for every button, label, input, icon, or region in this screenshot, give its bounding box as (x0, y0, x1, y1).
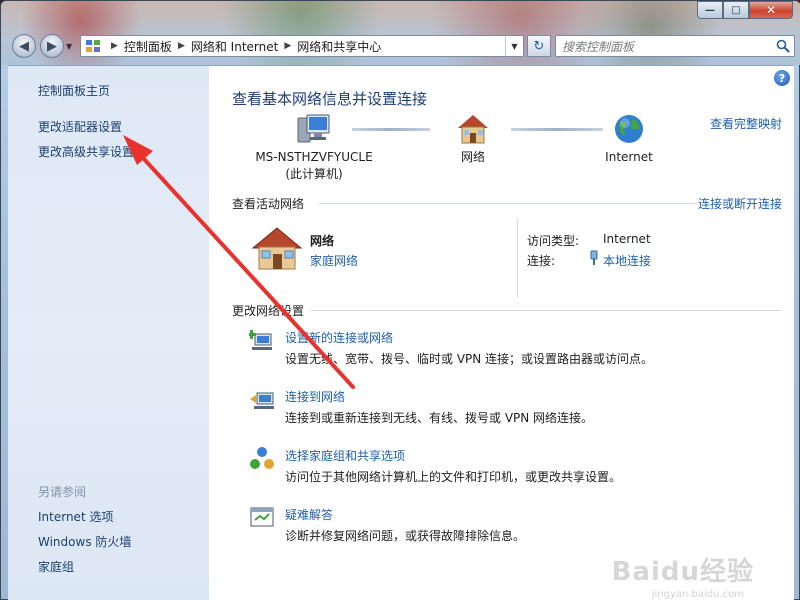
task-troubleshoot-link[interactable]: 疑难解答 (285, 506, 333, 523)
computer-sub: (此计算机) (285, 167, 343, 181)
home-network-icon (458, 115, 488, 144)
page-title: 查看基本网络信息并设置连接 (232, 90, 428, 108)
task-connect-to-network-desc: 连接到或重新连接到无线、有线、拨号或 VPN 网络连接。 (285, 411, 594, 425)
breadcrumb-network-internet[interactable]: 网络和 Internet (191, 38, 278, 55)
section-divider (319, 203, 697, 204)
breadcrumb-separator[interactable]: ▶ (111, 41, 118, 51)
task-new-connection-link[interactable]: 设置新的连接或网络 (285, 329, 393, 346)
see-also-internet-options[interactable]: Internet 选项 (38, 508, 113, 525)
sidebar-link-change-adapter-settings[interactable]: 更改适配器设置 (38, 118, 122, 135)
refresh-icon: ↻ (533, 38, 545, 54)
computer-name: MS-NSTHZVFYUCLE (255, 150, 373, 164)
globe-icon (615, 115, 643, 143)
internet-node-label: Internet (605, 150, 653, 164)
search-icon[interactable] (776, 39, 790, 53)
map-node-internet[interactable]: Internet (597, 112, 661, 166)
navigation-bar: ◀ ▶ ▼ ▶ 控制面板 ▶ 网络和 Internet ▶ 网络和共享中心 ▼ … (9, 33, 795, 59)
network-node-label: 网络 (460, 150, 485, 164)
breadcrumb-separator[interactable]: ▶ (178, 41, 185, 51)
task-new-connection-desc: 设置无线、宽带、拨号、临时或 VPN 连接；或设置路由器或访问点。 (285, 352, 654, 366)
see-also-windows-firewall[interactable]: Windows 防火墙 (38, 533, 131, 550)
help-icon[interactable]: ? (774, 70, 790, 86)
section-divider (311, 310, 781, 311)
troubleshoot-icon (250, 507, 274, 527)
recent-pages-dropdown[interactable]: ▼ (66, 42, 72, 51)
home-network-large-icon (251, 227, 303, 270)
computer-icon (297, 114, 330, 143)
control-panel-icon (85, 38, 101, 54)
baidu-watermark-url: jingyan.baidu.com (651, 589, 744, 600)
map-connector (352, 128, 430, 131)
active-network-type-link[interactable]: 家庭网络 (310, 252, 358, 269)
refresh-button[interactable]: ↻ (527, 35, 551, 57)
active-network-name: 网络 (310, 234, 335, 248)
connect-disconnect-link[interactable]: 连接或断开连接 (698, 195, 782, 212)
connect-to-network-icon (250, 392, 274, 409)
window: — □ ✕ ◀ ▶ ▼ ▶ 控制面板 ▶ 网络和 Internet ▶ 网络和共… (0, 0, 800, 600)
address-bar[interactable]: ▶ 控制面板 ▶ 网络和 Internet ▶ 网络和共享中心 ▼ (80, 35, 524, 57)
new-connection-icon (249, 330, 272, 350)
maximize-button[interactable]: □ (723, 1, 749, 19)
back-arrow-icon: ◀ (19, 38, 29, 54)
view-full-map-link[interactable]: 查看完整映射 (710, 115, 782, 132)
content-area: 控制面板主页 更改适配器设置 更改高级共享设置 另请参阅 Internet 选项… (8, 65, 794, 600)
ethernet-icon (590, 250, 598, 265)
connection-label: 连接: (527, 254, 556, 268)
close-button[interactable]: ✕ (749, 1, 793, 19)
task-connect-to-network-link[interactable]: 连接到网络 (285, 388, 345, 405)
search-placeholder: 搜索控制面板 (562, 39, 635, 54)
active-networks-heading: 查看活动网络 (232, 197, 305, 211)
sidebar: 控制面板主页 更改适配器设置 更改高级共享设置 另请参阅 Internet 选项… (8, 66, 209, 600)
task-homegroup-desc: 访问位于其他网络计算机上的文件和打印机，或更改共享设置。 (285, 470, 622, 484)
forward-button[interactable]: ▶ (40, 34, 64, 58)
task-homegroup-link[interactable]: 选择家庭组和共享选项 (285, 447, 405, 464)
see-also-heading: 另请参阅 (38, 485, 87, 499)
homegroup-icon (250, 447, 274, 469)
map-node-network[interactable]: 网络 (444, 112, 502, 166)
minimize-button[interactable]: — (697, 1, 723, 19)
caption-buttons: — □ ✕ (697, 1, 793, 19)
access-type-value: Internet (603, 232, 651, 246)
forward-arrow-icon: ▶ (47, 38, 57, 54)
sidebar-link-advanced-sharing-settings[interactable]: 更改高级共享设置 (38, 143, 134, 160)
change-network-settings-heading: 更改网络设置 (232, 304, 305, 318)
map-connector (511, 128, 603, 131)
breadcrumb-network-sharing-center[interactable]: 网络和共享中心 (297, 38, 381, 55)
see-also-homegroup[interactable]: 家庭组 (38, 558, 74, 575)
task-troubleshoot-desc: 诊断并修复网络问题，或获得故障排除信息。 (285, 529, 526, 543)
baidu-watermark: Baidu经验 (611, 557, 754, 587)
breadcrumb-control-panel[interactable]: 控制面板 (124, 38, 172, 55)
map-node-computer[interactable]: MS-NSTHZVFYUCLE (此计算机) (249, 112, 379, 183)
main-panel: ? 查看基本网络信息并设置连接 查看完整映射 MS-NSTHZVFYUCLE (… (209, 66, 794, 600)
breadcrumb-separator[interactable]: ▶ (284, 41, 291, 51)
back-button[interactable]: ◀ (12, 34, 36, 58)
search-input[interactable]: 搜索控制面板 (555, 35, 795, 57)
access-type-label: 访问类型: (527, 234, 580, 248)
vertical-divider (517, 218, 518, 298)
sidebar-link-control-panel-home[interactable]: 控制面板主页 (38, 82, 110, 99)
address-dropdown-button[interactable]: ▼ (505, 36, 523, 56)
local-connection-link[interactable]: 本地连接 (603, 252, 651, 269)
